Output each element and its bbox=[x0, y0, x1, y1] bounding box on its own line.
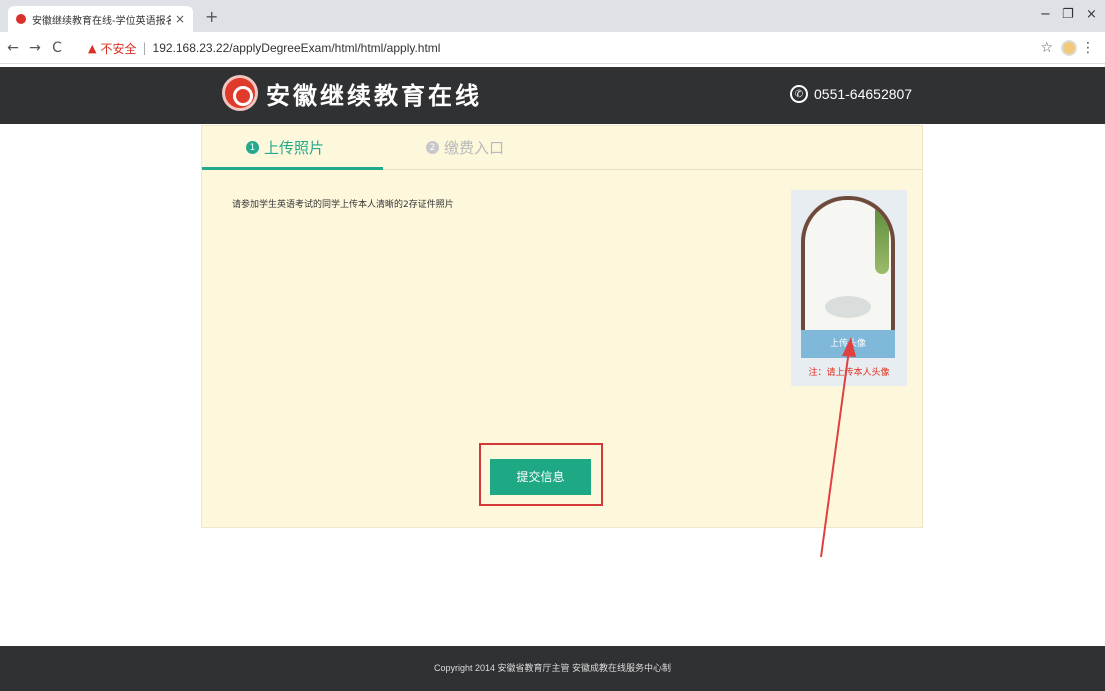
tab-title: 安徽继续教育在线-学位英语报名 bbox=[32, 15, 171, 27]
step-label: 上传照片 bbox=[264, 139, 325, 157]
leaf-decoration bbox=[875, 204, 889, 274]
restore-button[interactable]: ❐ bbox=[1062, 7, 1074, 22]
site-footer: Copyright 2014 安徽省教育厅主管 安徽成教在线服务中心制 bbox=[0, 646, 1105, 691]
phone-icon: ✆ bbox=[790, 85, 808, 103]
site-favicon-icon bbox=[16, 14, 26, 24]
forward-button[interactable]: → bbox=[26, 40, 44, 56]
address-separator: | bbox=[142, 41, 147, 55]
bird-decoration bbox=[825, 296, 871, 318]
upload-note: 注：请上传本人头像 bbox=[808, 368, 890, 378]
submit-highlight-box: 提交信息 bbox=[479, 443, 603, 506]
active-tab-indicator bbox=[202, 167, 383, 170]
step-label: 缴费入口 bbox=[444, 139, 505, 157]
tab-close-icon[interactable]: × bbox=[175, 12, 185, 26]
step-number-badge: 1 bbox=[246, 141, 259, 154]
minimize-button[interactable]: − bbox=[1040, 7, 1051, 22]
new-tab-button[interactable]: + bbox=[205, 7, 218, 26]
tab-payment[interactable]: 2 缴费入口 bbox=[426, 137, 504, 158]
apply-panel: 1 上传照片 2 缴费入口 请参加学生英语考试的同学上传本人清晰的2存证件照片 … bbox=[201, 125, 923, 528]
address-bar[interactable]: ▲ 不安全 | 192.168.23.22/applyDegreeExam/ht… bbox=[88, 36, 440, 60]
instruction-text: 请参加学生英语考试的同学上传本人清晰的2存证件照片 bbox=[232, 200, 454, 210]
browser-menu-button[interactable]: ⋮ bbox=[1081, 40, 1095, 56]
reload-button[interactable]: C bbox=[48, 40, 66, 56]
upload-avatar-button[interactable]: 上传头像 bbox=[801, 330, 895, 358]
bookmark-star-icon[interactable]: ☆ bbox=[1040, 40, 1053, 56]
phone-number: 0551-64652807 bbox=[814, 86, 913, 102]
submit-button[interactable]: 提交信息 bbox=[490, 459, 591, 495]
tab-upload-photo[interactable]: 1 上传照片 bbox=[246, 137, 324, 158]
extension-icon[interactable] bbox=[1061, 40, 1077, 56]
photo-placeholder bbox=[801, 196, 895, 334]
site-logo[interactable]: 安徽继续教育在线 bbox=[222, 75, 482, 111]
hotline: ✆ 0551-64652807 bbox=[790, 85, 912, 103]
logo-text: 安徽继续教育在线 bbox=[266, 80, 482, 110]
close-window-button[interactable]: × bbox=[1086, 7, 1097, 22]
logo-seal-icon bbox=[222, 75, 258, 111]
url-text: 192.168.23.22/applyDegreeExam/html/html/… bbox=[152, 41, 441, 55]
browser-tab[interactable]: 安徽继续教育在线-学位英语报名 × bbox=[8, 6, 193, 32]
photo-upload-card: 上传头像 注：请上传本人头像 bbox=[791, 190, 907, 386]
site-header: 安徽继续教育在线 ✆ 0551-64652807 bbox=[0, 67, 1105, 124]
back-button[interactable]: ← bbox=[4, 40, 22, 56]
step-tabs: 1 上传照片 2 缴费入口 bbox=[202, 126, 922, 170]
step-number-badge: 2 bbox=[426, 141, 439, 154]
warning-icon: ▲ bbox=[88, 41, 97, 55]
insecure-label: 不安全 bbox=[100, 41, 137, 56]
browser-tab-bar: 安徽继续教育在线-学位英语报名 × + − ❐ × bbox=[0, 0, 1105, 32]
browser-toolbar: ← → C ▲ 不安全 | 192.168.23.22/applyDegreeE… bbox=[0, 32, 1105, 64]
